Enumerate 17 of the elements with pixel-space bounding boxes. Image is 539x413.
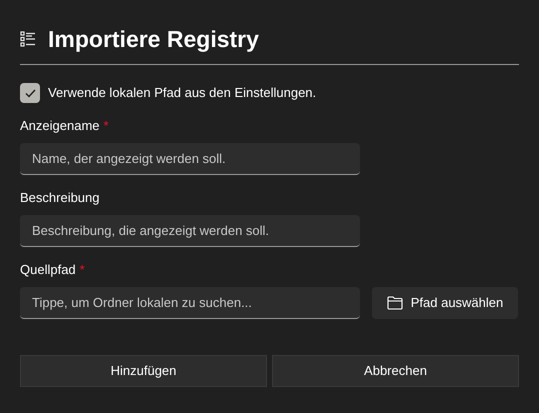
dialog-button[interactable]: Hinzufügen [20, 355, 267, 387]
input-field[interactable]: Beschreibung, die angezeigt werden soll. [20, 215, 360, 247]
dialog-title: Importiere Registry [48, 24, 259, 54]
browse-button[interactable]: Pfad auswählen [372, 287, 518, 319]
field-label: Anzeigename [20, 117, 100, 136]
required-mark: * [104, 117, 109, 136]
field-label: Quellpfad [20, 261, 76, 280]
checkbox-label: Verwende lokalen Pfad aus den Einstellungen. [48, 84, 316, 102]
list-icon [20, 31, 36, 47]
input-field[interactable]: Tippe, um Ordner lokalen zu suchen... [20, 287, 360, 319]
checkbox[interactable] [20, 83, 40, 103]
checkmark-icon [24, 88, 36, 98]
input-field[interactable]: Name, der angezeigt werden soll. [20, 143, 360, 175]
folder-icon [386, 296, 403, 310]
required-mark: * [80, 261, 85, 280]
field-label: Beschreibung [20, 189, 100, 208]
dialog-button[interactable]: Abbrechen [272, 355, 519, 387]
